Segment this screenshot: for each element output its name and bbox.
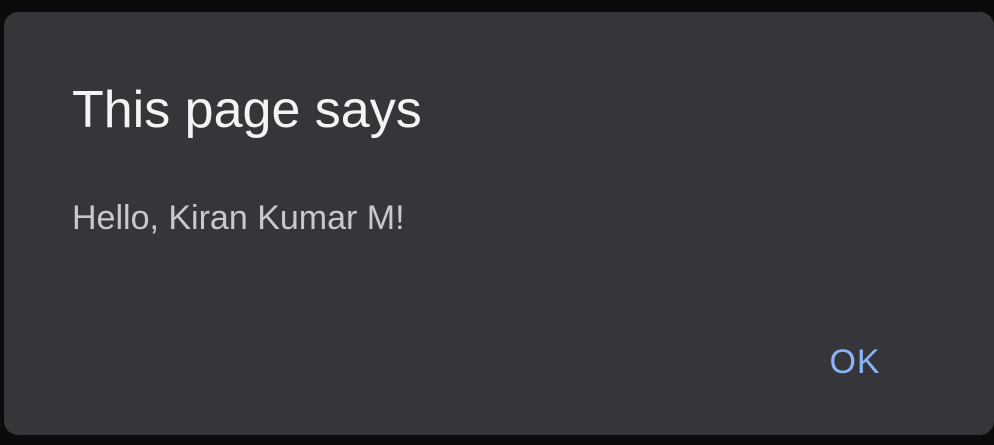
- screen-backdrop: This page says Hello, Kiran Kumar M! OK: [0, 0, 994, 445]
- dialog-title: This page says: [72, 81, 422, 139]
- dialog-message: Hello, Kiran Kumar M!: [72, 199, 405, 237]
- ok-button[interactable]: OK: [810, 332, 900, 392]
- alert-dialog: This page says Hello, Kiran Kumar M! OK: [4, 12, 994, 435]
